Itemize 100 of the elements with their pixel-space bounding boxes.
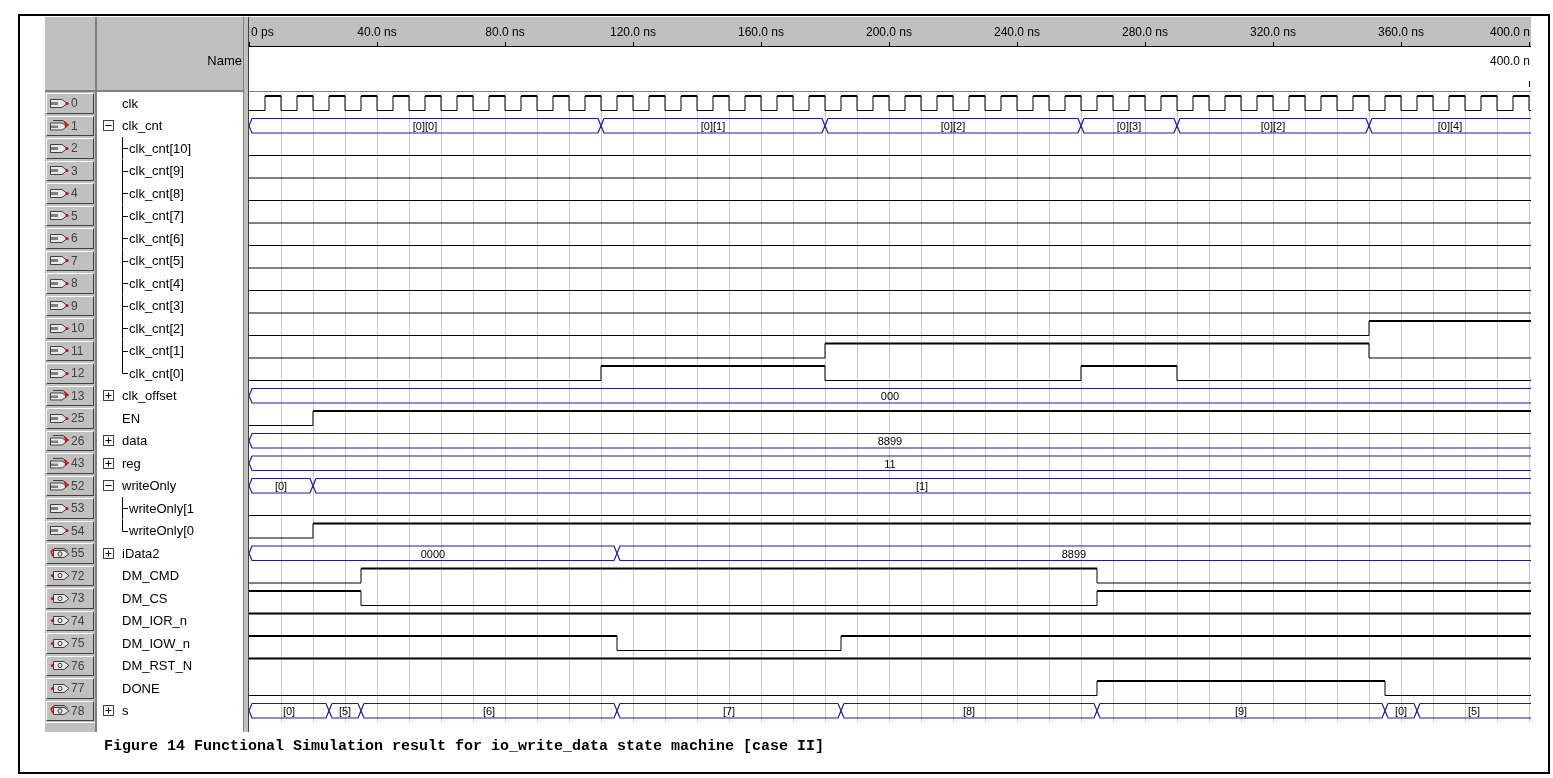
signal-name[interactable]: DM_IOW_n bbox=[122, 635, 190, 651]
plus-box-icon[interactable] bbox=[103, 435, 114, 447]
signal-name[interactable]: writeOnly bbox=[122, 478, 177, 494]
signal-number-button[interactable]: 13 bbox=[46, 385, 94, 406]
plus-box-icon[interactable] bbox=[103, 457, 114, 469]
signal-number-button[interactable]: 1 bbox=[46, 115, 94, 136]
signal-number-button[interactable]: 5 bbox=[46, 205, 94, 226]
input-pin-icon bbox=[50, 367, 70, 379]
signal-name[interactable]: writeOnly[1 bbox=[129, 500, 195, 516]
signal-number-button[interactable]: 12 bbox=[46, 363, 94, 384]
signal-name[interactable]: data bbox=[122, 433, 148, 449]
bus-value: [0] bbox=[282, 705, 296, 717]
input-bus-icon bbox=[50, 435, 70, 447]
signal-number-button[interactable]: 55 bbox=[46, 543, 94, 564]
signal-name[interactable]: reg bbox=[122, 455, 141, 471]
output-pin-icon bbox=[50, 660, 70, 672]
input-bus-icon bbox=[50, 457, 70, 469]
bus-value: [6] bbox=[482, 705, 496, 717]
bus-value: [0][4] bbox=[1437, 120, 1463, 132]
signal-name[interactable]: clk_cnt[4] bbox=[129, 275, 184, 291]
pane-splitter[interactable] bbox=[243, 17, 249, 732]
signal-number-button[interactable]: 4 bbox=[46, 183, 94, 204]
output-pin-icon bbox=[50, 637, 70, 649]
signal-name[interactable]: clk_cnt[10] bbox=[129, 140, 192, 156]
signal-number-button[interactable]: 78 bbox=[46, 700, 94, 721]
input-pin-icon bbox=[50, 187, 70, 199]
signal-number-button[interactable]: 54 bbox=[46, 520, 94, 541]
signal-name[interactable]: clk_cnt[8] bbox=[129, 185, 184, 201]
input-pin-icon bbox=[50, 277, 70, 289]
time-label: 120.0 ns bbox=[610, 25, 656, 39]
signal-name[interactable]: clk_offset bbox=[122, 388, 177, 404]
figure-caption: Figure 14 Functional Simulation result for io_write_data state machine [case II] bbox=[104, 738, 826, 755]
signal-name[interactable]: writeOnly[0 bbox=[129, 523, 195, 539]
signal-number-button[interactable]: 7 bbox=[46, 250, 94, 271]
signal-number-button[interactable]: 76 bbox=[46, 655, 94, 676]
input-pin-icon bbox=[50, 255, 70, 267]
signal-number-button[interactable]: 53 bbox=[46, 498, 94, 519]
signal-number-button[interactable]: 74 bbox=[46, 610, 94, 631]
plus-box-icon[interactable] bbox=[103, 547, 114, 559]
signal-number-button[interactable]: 3 bbox=[46, 160, 94, 181]
bus-value: 8899 bbox=[1061, 547, 1087, 560]
signal-name[interactable]: iData2 bbox=[122, 545, 160, 561]
signal-name[interactable]: clk_cnt[0] bbox=[129, 365, 184, 381]
signal-number-button[interactable]: 43 bbox=[46, 453, 94, 474]
output-bus-icon bbox=[50, 705, 70, 717]
output-pin-icon bbox=[50, 682, 70, 694]
signal-name[interactable]: clk_cnt[3] bbox=[129, 298, 184, 314]
name-column-header[interactable]: Name bbox=[97, 17, 243, 92]
bus-value: 11 bbox=[884, 457, 896, 470]
signal-name[interactable]: clk_cnt[1] bbox=[129, 343, 184, 359]
signal-name[interactable]: clk_cnt[9] bbox=[129, 163, 184, 179]
time-label: 400.0 n bbox=[1489, 25, 1530, 39]
bus-value: 0000 bbox=[420, 547, 446, 560]
signal-name[interactable]: clk bbox=[122, 95, 138, 111]
bus-value: [0][2] bbox=[1260, 120, 1286, 132]
input-pin-icon bbox=[50, 97, 70, 109]
signal-name[interactable]: DM_RST_N bbox=[122, 658, 193, 674]
signal-name[interactable]: s bbox=[122, 703, 129, 719]
signal-name[interactable]: DM_CS bbox=[122, 590, 168, 606]
time-label: 240.0 ns bbox=[994, 25, 1040, 39]
signal-number-button[interactable]: 72 bbox=[46, 565, 94, 586]
minus-box-icon[interactable] bbox=[103, 480, 114, 492]
plus-box-icon[interactable] bbox=[103, 705, 114, 717]
bus-value: [0] bbox=[274, 480, 288, 492]
signal-name[interactable]: EN bbox=[122, 410, 141, 426]
bus-value: [0][2] bbox=[940, 120, 966, 132]
signal-name[interactable]: DONE bbox=[122, 680, 160, 696]
time-label: 80.0 ns bbox=[485, 25, 525, 39]
signal-name[interactable]: clk_cnt[5] bbox=[129, 253, 184, 269]
signal-name[interactable]: clk_cnt[6] bbox=[129, 230, 184, 246]
signal-name[interactable]: DM_IOR_n bbox=[122, 613, 188, 629]
signal-number-button[interactable]: 10 bbox=[46, 318, 94, 339]
input-pin-icon bbox=[50, 142, 70, 154]
signal-name[interactable]: clk_cnt[7] bbox=[129, 208, 184, 224]
bus-value: [7] bbox=[722, 705, 736, 717]
bus-value: [0][0] bbox=[412, 120, 438, 132]
signal-number-button[interactable]: 73 bbox=[46, 588, 94, 609]
time-label: 40.0 ns bbox=[357, 25, 397, 39]
input-pin-icon bbox=[50, 300, 70, 312]
input-pin-icon bbox=[50, 322, 70, 334]
bus-value: 000 bbox=[880, 390, 900, 402]
signal-number-button[interactable]: 75 bbox=[46, 633, 94, 654]
signal-name[interactable]: clk_cnt bbox=[122, 118, 163, 134]
signal-number-button[interactable]: 52 bbox=[46, 475, 94, 496]
output-pin-icon bbox=[50, 570, 70, 582]
signal-number-button[interactable]: 8 bbox=[46, 273, 94, 294]
signal-number-button[interactable]: 77 bbox=[46, 678, 94, 699]
signal-number-button[interactable]: 6 bbox=[46, 228, 94, 249]
signal-name[interactable]: DM_CMD bbox=[122, 568, 180, 584]
signal-name[interactable]: clk_cnt[2] bbox=[129, 320, 184, 336]
signal-number-button[interactable]: 9 bbox=[46, 295, 94, 316]
signal-number-button[interactable]: 11 bbox=[46, 340, 94, 361]
cursor-line[interactable] bbox=[1529, 80, 1530, 88]
cursor-time-label: 400.0 n bbox=[1489, 54, 1530, 68]
signal-number-button[interactable]: 2 bbox=[46, 138, 94, 159]
signal-number-button[interactable]: 25 bbox=[46, 408, 94, 429]
plus-box-icon[interactable] bbox=[103, 390, 114, 402]
minus-box-icon[interactable] bbox=[103, 120, 114, 132]
signal-number-button[interactable]: 26 bbox=[46, 430, 94, 451]
signal-number-button[interactable]: 0 bbox=[46, 93, 94, 114]
